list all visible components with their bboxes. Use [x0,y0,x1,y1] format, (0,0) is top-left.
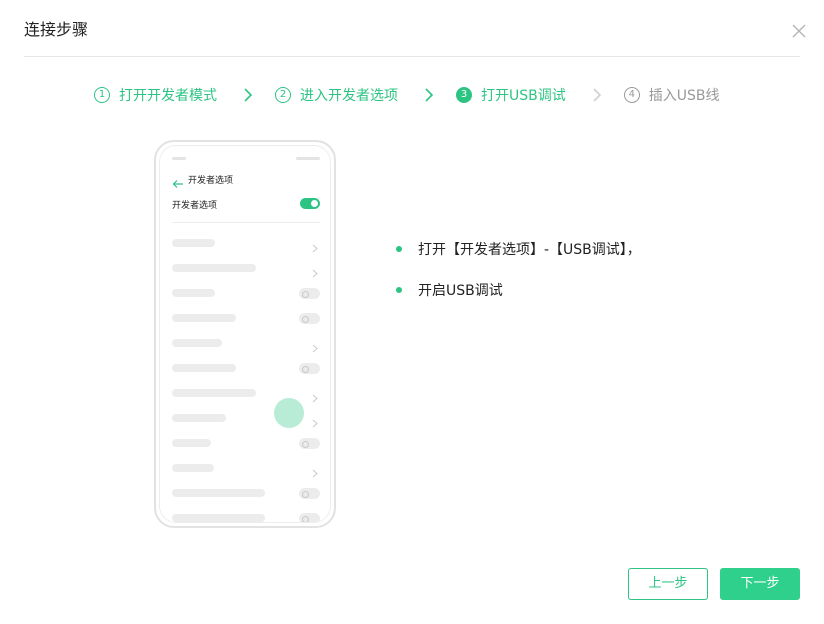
dialog-title: 连接步骤 [24,20,89,39]
step-3: 3 打开USB调试 [456,85,566,105]
placeholder-bar [172,364,236,372]
dialog-header: 连接步骤 [24,0,806,57]
close-icon[interactable] [791,23,807,39]
phone-toggle-off [299,288,320,299]
step-2: 2 进入开发者选项 [275,85,398,105]
arrow-left-icon [172,174,184,188]
bullet-dot [396,246,402,252]
placeholder-bar [172,264,256,272]
phone-toggle-off [299,488,320,499]
step-number: 3 [456,87,472,103]
instructions-list: 打开【开发者选项】-【USB调试】， 开启USB调试 [396,238,641,320]
step-number: 2 [275,87,291,103]
placeholder-bar [172,339,222,347]
phone-illustration: 开发者选项 开发者选项 [154,140,336,528]
phone-toggle-off [299,513,320,522]
phone-toggle-off [299,313,320,324]
chevron-right-icon [312,413,318,428]
placeholder-bar [172,489,265,497]
step-label: 进入开发者选项 [300,88,398,104]
placeholder-bar [172,439,211,447]
phone-screen: 开发者选项 开发者选项 [159,145,331,523]
placeholder-bar [172,239,215,247]
status-bar-left [172,157,186,160]
phone-toggle-off [299,363,320,374]
placeholder-bar [172,314,236,322]
instruction-text: 开启USB调试 [418,283,503,299]
chevron-right-icon [243,88,253,102]
chevron-right-icon [424,88,434,102]
chevron-right-icon [312,338,318,353]
stepper: 1 打开开发者模式 2 进入开发者选项 3 打开USB调试 4 插入USB线 [94,84,720,106]
connection-steps-dialog: 连接步骤 1 打开开发者模式 2 进入开发者选项 3 打开USB调试 4 插入U… [0,0,824,624]
placeholder-bar [172,389,256,397]
chevron-right-icon [592,88,602,102]
tap-indicator [274,398,304,428]
chevron-right-icon [312,238,318,253]
status-bar-right [296,157,320,160]
chevron-right-icon [312,263,318,278]
step-label: 打开开发者模式 [119,88,217,104]
phone-first-row-label: 开发者选项 [172,201,218,211]
placeholder-bar [172,414,226,422]
step-4: 4 插入USB线 [623,85,720,105]
chevron-right-icon [312,463,318,478]
step-number: 4 [623,87,640,103]
placeholder-bar [172,514,265,522]
instruction-item: 开启USB调试 [396,279,641,301]
bullet-dot [396,287,402,293]
instruction-text: 打开【开发者选项】-【USB调试】， [418,242,641,258]
step-number: 1 [94,87,110,103]
phone-divider [172,222,320,223]
phone-toggle-on [300,198,320,209]
prev-step-button[interactable]: 上一步 [628,568,708,600]
placeholder-bar [172,289,215,297]
placeholder-bar [172,464,214,472]
step-1: 1 打开开发者模式 [94,85,217,105]
next-step-button[interactable]: 下一步 [720,568,800,600]
phone-header-title: 开发者选项 [188,176,234,186]
step-label: 打开USB调试 [481,88,566,104]
phone-toggle-off [299,438,320,449]
chevron-right-icon [312,388,318,403]
step-label: 插入USB线 [648,88,720,104]
instruction-item: 打开【开发者选项】-【USB调试】， [396,238,641,260]
